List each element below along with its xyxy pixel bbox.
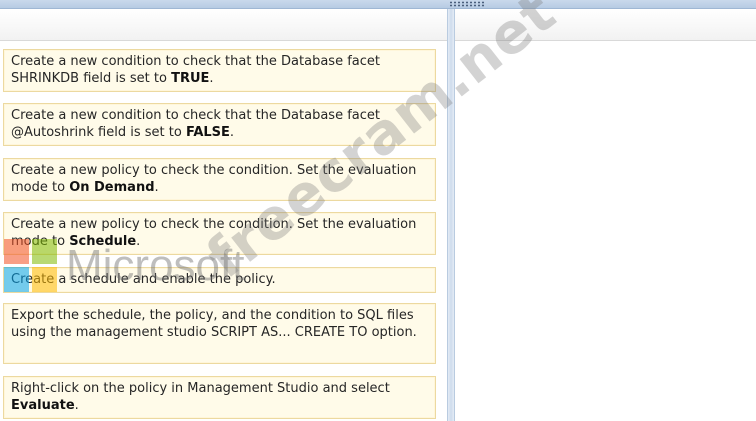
splitter-grip[interactable] xyxy=(449,1,485,7)
option-emphasis: TRUE xyxy=(171,71,210,86)
option-emphasis: On Demand xyxy=(69,180,155,195)
answer-area-pane[interactable] xyxy=(455,9,756,421)
option-tile[interactable]: Create a new policy to check the conditi… xyxy=(3,158,436,201)
answer-choices-header xyxy=(0,9,447,41)
drag-drop-question-frame: Create a new condition to check that the… xyxy=(0,0,756,421)
top-bar xyxy=(0,0,756,9)
option-text: Create a schedule and enable the policy. xyxy=(11,272,276,287)
pane-splitter[interactable] xyxy=(447,9,455,421)
option-tile[interactable]: Right-click on the policy in Management … xyxy=(3,376,436,419)
option-emphasis: Schedule xyxy=(69,234,137,249)
option-text: Export the schedule, the policy, and the… xyxy=(11,308,417,340)
option-tile[interactable]: Create a new condition to check that the… xyxy=(3,103,436,146)
option-tile[interactable]: Export the schedule, the policy, and the… xyxy=(3,303,436,364)
option-emphasis: Evaluate xyxy=(11,398,75,413)
option-suffix: . xyxy=(229,125,235,140)
option-text: Right-click on the policy in Management … xyxy=(11,381,390,396)
option-suffix: . xyxy=(74,398,79,413)
option-suffix: . xyxy=(136,234,141,249)
option-tile[interactable]: Create a schedule and enable the policy. xyxy=(3,267,436,293)
option-tile[interactable]: Create a new policy to check the conditi… xyxy=(3,212,436,255)
option-tile[interactable]: Create a new condition to check that the… xyxy=(3,49,436,92)
option-suffix: . xyxy=(209,71,214,86)
option-emphasis: FALSE xyxy=(185,125,230,140)
answer-area-header xyxy=(455,9,756,41)
option-suffix: . xyxy=(154,180,159,195)
